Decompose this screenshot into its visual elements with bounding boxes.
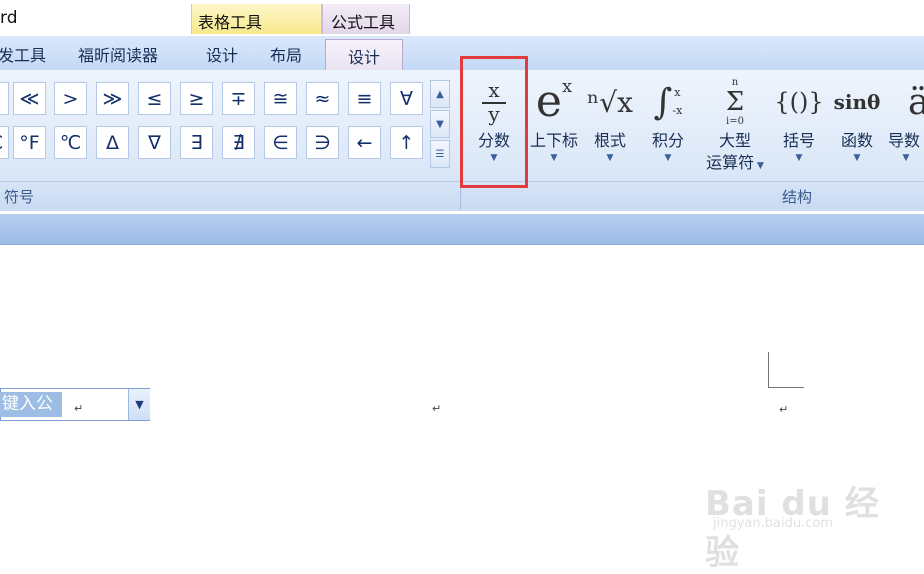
symbol-button[interactable]: ↑ <box>390 126 423 159</box>
large-operator-label-line2: 运算符 ▼ <box>706 153 764 172</box>
symbol-button[interactable]: ≡ <box>348 82 381 115</box>
symbol-button[interactable]: ∄ <box>222 126 255 159</box>
paragraph-mark: ↵ <box>74 402 84 415</box>
context-label-formula-tools: 公式工具 <box>331 13 396 32</box>
chevron-down-icon: ▼ <box>853 153 861 163</box>
symbol-button[interactable]: « <box>0 82 9 115</box>
function-icon: sinθ <box>833 90 881 114</box>
bracket-label: 括号 <box>782 131 815 150</box>
radical-label: 根式 <box>593 131 626 150</box>
large-operator-label: 大型 <box>718 131 751 150</box>
equation-placeholder[interactable]: 键入公 <box>0 392 62 417</box>
bracket-icon: {()} <box>774 88 824 116</box>
tab-developer[interactable]: 发工具 <box>0 42 46 66</box>
symbol-button[interactable]: ∈ <box>264 126 297 159</box>
symbol-button[interactable]: ∀ <box>390 82 423 115</box>
gallery-more-button[interactable]: ☰ <box>430 140 450 168</box>
symbol-button[interactable]: ∋ <box>306 126 339 159</box>
chevron-down-icon: ▼ <box>795 153 803 163</box>
paragraph-mark: ↵ <box>779 403 789 416</box>
script-icon: ex <box>535 75 573 127</box>
app-title: rd <box>0 8 18 28</box>
function-label: 函数 <box>840 131 873 150</box>
equation-options-button[interactable]: ▼ <box>128 389 150 420</box>
symbol-button[interactable]: ≥ <box>180 82 213 115</box>
radical-icon: ⁿ√x <box>587 85 633 119</box>
paragraph-mark: ↵ <box>432 402 442 415</box>
bracket-button[interactable]: {()} 括号 ▼ <box>772 74 826 184</box>
tab-foxit-reader[interactable]: 福昕阅读器 <box>78 42 158 66</box>
symbol-button[interactable]: ≈ <box>306 82 339 115</box>
title-bar: rd 表格工具 公式工具 <box>0 0 924 36</box>
accent-label: 导数 <box>888 131 921 150</box>
chevron-down-icon: ▼ <box>664 153 672 163</box>
watermark-url: jingyan.baidu.com <box>713 516 833 531</box>
gallery-scroll-down-button[interactable]: ▼ <box>430 110 450 138</box>
svg-text:y: y <box>487 102 500 126</box>
fraction-icon: x y <box>466 74 522 130</box>
accent-icon: ä <box>908 81 924 123</box>
baidu-watermark: Bai du 经验 jingyan.baidu.com <box>705 454 905 573</box>
radical-button[interactable]: ⁿ√x 根式 ▼ <box>584 74 636 184</box>
symbol-gallery: « ≪ > ≫ ≤ ≥ ∓ ≅ ≈ ≡ ∀ ℃ °F ℃ Δ ∇ ∃ ∄ ∈ ∋… <box>0 78 452 178</box>
margin-corner-mark <box>768 352 804 388</box>
chevron-down-icon: ▼ <box>490 153 498 163</box>
script-button[interactable]: ex 上下标 ▼ <box>526 74 582 184</box>
symbol-button[interactable]: ← <box>348 126 381 159</box>
fraction-button[interactable]: x y 分数 ▼ <box>466 74 522 184</box>
group-separator <box>460 74 461 210</box>
symbol-button[interactable]: ℃ <box>0 126 9 159</box>
symbol-button[interactable]: ℃ <box>54 126 87 159</box>
tab-table-layout[interactable]: 布局 <box>270 42 302 66</box>
group-label-structures: 结构 <box>782 188 813 206</box>
integral-icon: ∫ x -x <box>653 81 683 123</box>
fraction-label: 分数 <box>477 131 510 150</box>
ruler-bar <box>0 214 924 245</box>
function-button[interactable]: sinθ 函数 ▼ <box>830 74 884 184</box>
symbol-button[interactable]: ∓ <box>222 82 255 115</box>
symbol-button[interactable]: °F <box>13 126 46 159</box>
tab-table-design[interactable]: 设计 <box>206 42 238 66</box>
large-operator-icon: n Σ i=0 <box>725 77 745 127</box>
symbol-button[interactable]: ≪ <box>13 82 46 115</box>
symbol-button[interactable]: ≅ <box>264 82 297 115</box>
symbol-button[interactable]: > <box>54 82 87 115</box>
group-label-symbols: 符号 <box>4 188 35 206</box>
integral-button[interactable]: ∫ x -x 积分 ▼ <box>642 74 694 184</box>
integral-label: 积分 <box>651 131 684 150</box>
symbol-button[interactable]: ∇ <box>138 126 171 159</box>
symbol-button[interactable]: ∃ <box>180 126 213 159</box>
symbol-button[interactable]: ≫ <box>96 82 129 115</box>
context-tab-table-tools: 表格工具 <box>191 4 322 34</box>
accent-button[interactable]: ä 导数 ▼ <box>888 74 924 184</box>
chevron-down-icon: ▼ <box>606 153 614 163</box>
svg-text:x: x <box>488 78 500 102</box>
ribbon-tab-row: 发工具 福昕阅读器 设计 布局 设计 <box>0 36 924 71</box>
script-label: 上下标 <box>529 131 578 150</box>
large-operator-button[interactable]: n Σ i=0 大型 运算符 ▼ <box>700 74 770 184</box>
tab-formula-design[interactable]: 设计 <box>325 39 404 71</box>
chevron-down-icon: ▼ <box>550 153 558 163</box>
context-label-table-tools: 表格工具 <box>198 13 263 32</box>
context-tab-formula-tools: 公式工具 <box>322 4 410 34</box>
symbol-button[interactable]: ≤ <box>138 82 171 115</box>
symbol-button[interactable]: Δ <box>96 126 129 159</box>
gallery-scroll-up-button[interactable]: ▲ <box>430 80 450 108</box>
chevron-down-icon: ▼ <box>902 153 910 163</box>
